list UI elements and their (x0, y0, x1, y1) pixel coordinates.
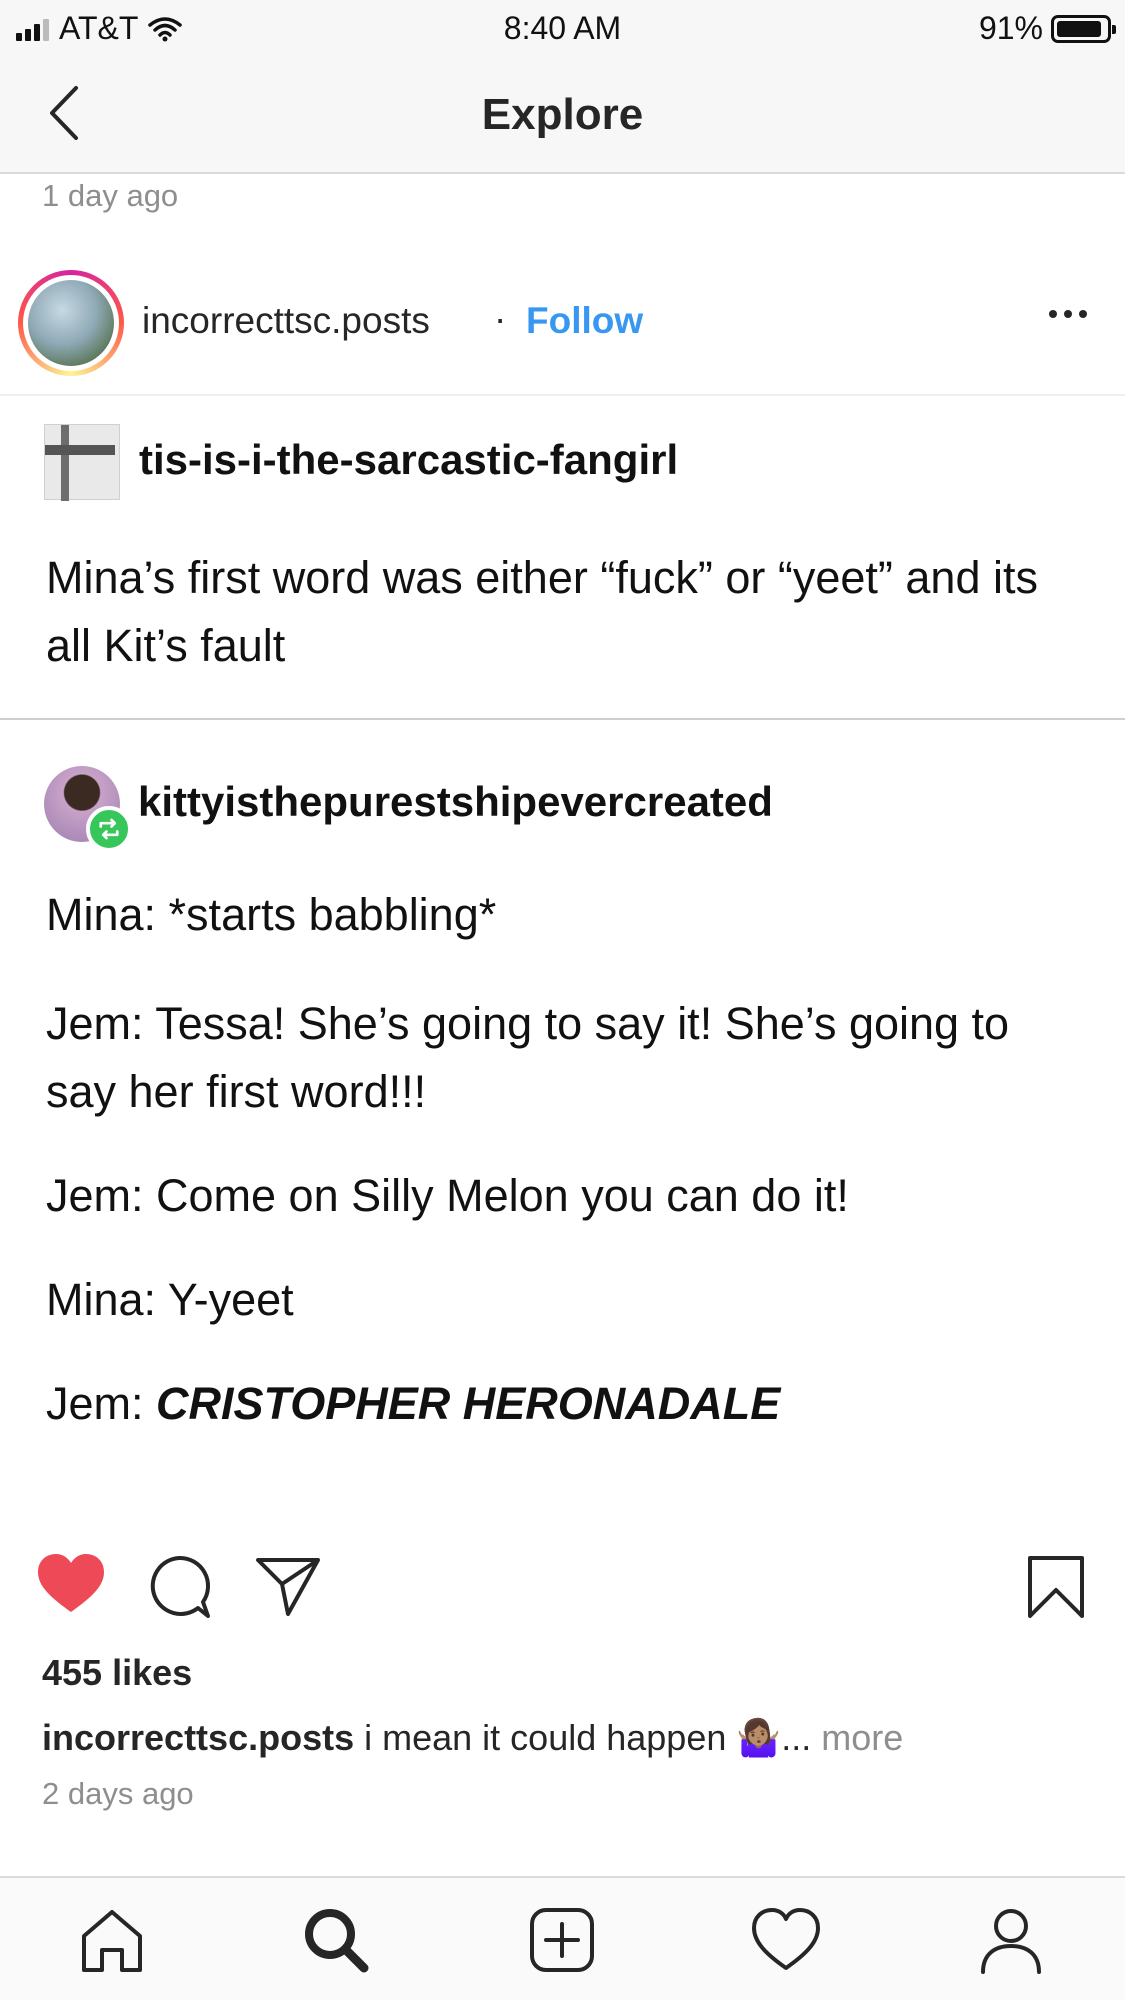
status-bar: AT&T 8:40 AM 91% (0, 0, 1125, 56)
tab-bar (0, 1876, 1125, 2000)
dialogue-line: Mina: Y-yeet (46, 1266, 1086, 1334)
reblog-author-name: kittyisthepurestshipevercreated (138, 778, 773, 825)
status-time: 8:40 AM (503, 10, 622, 46)
heart-filled-icon[interactable] (36, 1552, 106, 1616)
home-icon[interactable] (76, 1904, 148, 1976)
caption-more-link[interactable]: more (821, 1717, 903, 1758)
page-title: Explore (481, 90, 644, 139)
share-icon[interactable] (254, 1554, 322, 1618)
battery-level (1057, 20, 1101, 37)
dialogue-text: *starts babbling* (156, 889, 497, 940)
content-divider (0, 718, 1125, 720)
dialogue-text: Come on Silly Melon you can do it! (143, 1170, 849, 1221)
caption-text: i mean it could happen 🤷🏽‍♀️... (364, 1717, 812, 1758)
post-header: incorrecttsc.posts · Follow (0, 264, 1125, 396)
post-caption: incorrecttsc.posts i mean it could happe… (42, 1717, 903, 1759)
dialogue-speaker: Jem: (46, 998, 144, 1049)
dialogue-line: Mina: *starts babbling* (46, 881, 1086, 949)
more-horizontal-icon[interactable] (1049, 310, 1087, 318)
profile-icon[interactable] (975, 1904, 1047, 1976)
avatar-image (28, 280, 114, 366)
avatar[interactable] (18, 270, 124, 376)
dialogue-emphasis: CRISTOPHER HERONADALE (156, 1378, 781, 1429)
post-timestamp: 2 days ago (42, 1776, 194, 1811)
dialogue-speaker: Mina: (46, 889, 157, 940)
nav-bar: Explore (0, 56, 1125, 174)
comment-icon[interactable] (146, 1554, 212, 1620)
dialogue-speaker: Jem: (46, 1378, 157, 1429)
original-post-text: Mina’s first word was either “fuck” or “… (46, 552, 1038, 671)
separator-dot: · (494, 298, 507, 339)
caption-username[interactable]: incorrecttsc.posts (42, 1717, 354, 1758)
previous-post-timestamp: 1 day ago (42, 178, 179, 213)
dialogue-text: Tessa! She’s going to say it! She’s goin… (46, 998, 1010, 1117)
reblog-icon (86, 806, 132, 852)
follow-button[interactable]: Follow (526, 300, 643, 342)
bookmark-icon[interactable] (1026, 1554, 1086, 1620)
battery-group: 91% (978, 10, 1116, 47)
dialogue-line: Jem: Come on Silly Melon you can do it! (46, 1162, 1086, 1230)
battery-percent: 91% (978, 10, 1043, 46)
post-username[interactable]: incorrecttsc.posts (142, 300, 430, 342)
likes-count[interactable]: 455 likes (42, 1652, 192, 1694)
search-icon[interactable] (300, 1904, 372, 1976)
battery-icon (1051, 14, 1116, 43)
dialogue-speaker: Jem: (46, 1170, 144, 1221)
dialogue-line: Jem: Tessa! She’s going to say it! She’s… (46, 990, 1086, 1126)
dialogue-line: Jem: CRISTOPHER HERONADALE (46, 1370, 1086, 1438)
original-author-avatar (44, 424, 120, 501)
dialogue-speaker: Mina: (46, 1274, 157, 1325)
add-post-icon[interactable] (526, 1904, 598, 1976)
dialogue-text: Y-yeet (156, 1274, 294, 1325)
activity-heart-icon[interactable] (750, 1904, 822, 1976)
original-author-name: tis-is-i-the-sarcastic-fangirl (139, 436, 679, 483)
avatar-border (23, 275, 119, 371)
